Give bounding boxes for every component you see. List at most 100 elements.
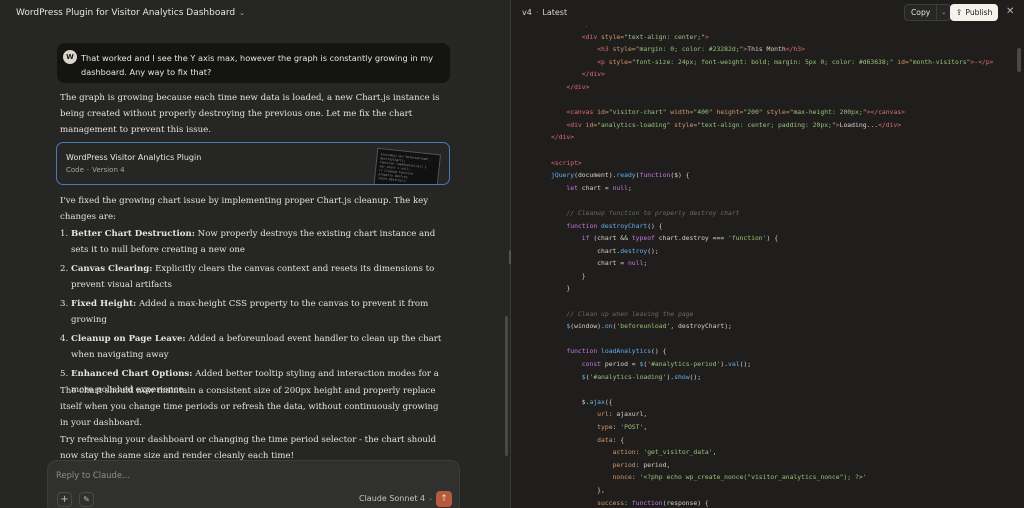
code-token: "max-height: 200px;" — [789, 108, 867, 117]
publish-icon: ⇪ — [956, 8, 963, 17]
code-line: </div> — [551, 81, 1021, 94]
copy-button[interactable]: Copy — [905, 8, 936, 17]
code-token: '#analytics-loading' — [589, 372, 667, 381]
code-token: success — [551, 498, 625, 507]
code-token: () { — [647, 221, 663, 230]
code-token: show — [674, 372, 690, 381]
code-token: const — [551, 360, 602, 369]
code-token: 'beforeunload' — [616, 322, 671, 331]
code-token: id= — [597, 108, 609, 117]
list-item: 2. Canvas Clearing: Explicitly clears the… — [60, 261, 445, 293]
code-token: val — [728, 360, 740, 369]
code-token: style= — [612, 45, 636, 54]
chat-title-menu[interactable]: WordPress Plugin for Visitor Analytics D… — [10, 5, 251, 21]
avatar: W — [63, 50, 77, 64]
code-line: function destroyChart() { — [551, 220, 1021, 233]
list-item: 3. Fixed Height: Added a max-height CSS p… — [60, 296, 445, 328]
code-token: <div — [551, 120, 586, 129]
list-item-title: Enhanced Chart Options: — [71, 369, 193, 379]
code-line: period: period, — [551, 459, 1021, 472]
code-line: nonce: '<?php echo wp_create_nonce("visi… — [551, 471, 1021, 484]
code-token: style= — [601, 32, 625, 41]
code-line: </div> — [551, 68, 1021, 81]
chevron-down-icon: ⌄ — [428, 495, 434, 502]
code-token: chart.destroy === — [654, 234, 729, 243]
close-icon[interactable]: ✕ — [1006, 6, 1014, 17]
code-token: "400" — [693, 108, 713, 117]
publish-button[interactable]: ⇪ Publish — [950, 4, 999, 21]
code-token: style= — [762, 108, 790, 117]
code-token: (response) { — [662, 498, 709, 507]
code-line: } — [551, 270, 1021, 283]
code-token: , destroyChart); — [670, 322, 732, 331]
code-line: } — [551, 282, 1021, 295]
chevron-down-icon[interactable]: ⌄ — [937, 9, 950, 16]
code-line: $(window).on('beforeunload', destroyChar… — [551, 320, 1021, 333]
code-token: typeof — [631, 234, 655, 243]
model-selector[interactable]: Claude Sonnet 4 ⌄ — [359, 494, 433, 503]
code-token: nonce — [551, 473, 632, 482]
code-token: (window). — [570, 322, 605, 331]
code-line: <canvas id="visitor-chart" width="400" h… — [551, 106, 1021, 119]
code-view: </div> <div style="text-align: center;">… — [551, 18, 1021, 508]
user-message: W That worked and I see the Y axis max, … — [57, 43, 450, 83]
code-token: (); — [647, 246, 659, 255]
code-line: $.ajax({ — [551, 396, 1021, 409]
code-line: if (chart && typeof chart.destroy === 'f… — [551, 232, 1021, 245]
code-token: (); — [689, 372, 702, 381]
artifact-thumbnail: $(window).on('beforeunload', destroyChar… — [372, 147, 442, 184]
artifact-card[interactable]: WordPress Visitor Analytics Plugin Code … — [56, 142, 450, 185]
code-token: ; — [643, 259, 648, 268]
artifact-separator: · — [86, 166, 90, 174]
code-token: url — [551, 410, 609, 419]
tools-icon[interactable]: ✎ — [79, 492, 94, 507]
code-token: ). — [666, 372, 675, 381]
code-token: Loading... — [839, 120, 879, 129]
list-item-title: Canvas Clearing: — [71, 264, 153, 274]
code-scrollbar[interactable] — [1017, 48, 1021, 72]
code-line: let chart = null; — [551, 182, 1021, 195]
code-token: width= — [666, 108, 694, 117]
code-token: ). — [720, 360, 729, 369]
code-line: url: ajaxurl, — [551, 408, 1021, 421]
code-token: : period, — [635, 460, 671, 469]
code-token: 'function' — [728, 234, 767, 243]
code-token: (chart && — [589, 234, 632, 243]
code-token: ({ — [604, 397, 613, 406]
code-token: "text-align: center; padding: 20px;" — [697, 120, 836, 129]
send-button[interactable]: ↑ — [436, 491, 452, 507]
outro-paragraph-1: The chart should now maintain a consiste… — [60, 386, 439, 428]
copy-button-group: Copy ⌄ — [904, 4, 952, 21]
code-token: } — [551, 284, 571, 293]
list-number: 2. — [60, 264, 69, 274]
code-token: id= — [585, 120, 598, 129]
code-line: chart = null; — [551, 257, 1021, 270]
code-token: '#analytics-period' — [647, 360, 721, 369]
code-line: </div> — [551, 131, 1021, 144]
code-token: chart = — [551, 259, 628, 268]
code-token: , — [712, 448, 717, 457]
chat-scrollbar[interactable] — [505, 316, 508, 456]
code-token: '<?php echo wp_create_nonce("visitor_ana… — [639, 473, 867, 482]
code-token: chart. — [551, 246, 621, 255]
reply-input[interactable]: Reply to Claude... — [56, 470, 130, 480]
version-number: v4 — [522, 8, 532, 17]
code-token: jQuery — [551, 171, 575, 180]
chat-title: WordPress Plugin for Visitor Analytics D… — [16, 8, 236, 18]
code-token: ajax — [589, 397, 605, 406]
chevron-down-icon: ⌄ — [239, 9, 246, 17]
code-token: type — [551, 423, 613, 431]
code-token: <p — [551, 57, 609, 66]
code-line: data: { — [551, 434, 1021, 447]
add-icon[interactable]: + — [57, 492, 72, 507]
code-line: <script> — [551, 157, 1021, 170]
code-token: </div> — [551, 70, 605, 79]
code-token: "200" — [743, 108, 763, 117]
code-token: "text-align: center;" — [624, 32, 705, 41]
code-token: ready — [616, 171, 636, 180]
code-token: if — [551, 234, 590, 243]
code-line: jQuery(document).ready(function($) { — [551, 169, 1021, 182]
version-label[interactable]: v4 · Latest — [522, 8, 567, 17]
